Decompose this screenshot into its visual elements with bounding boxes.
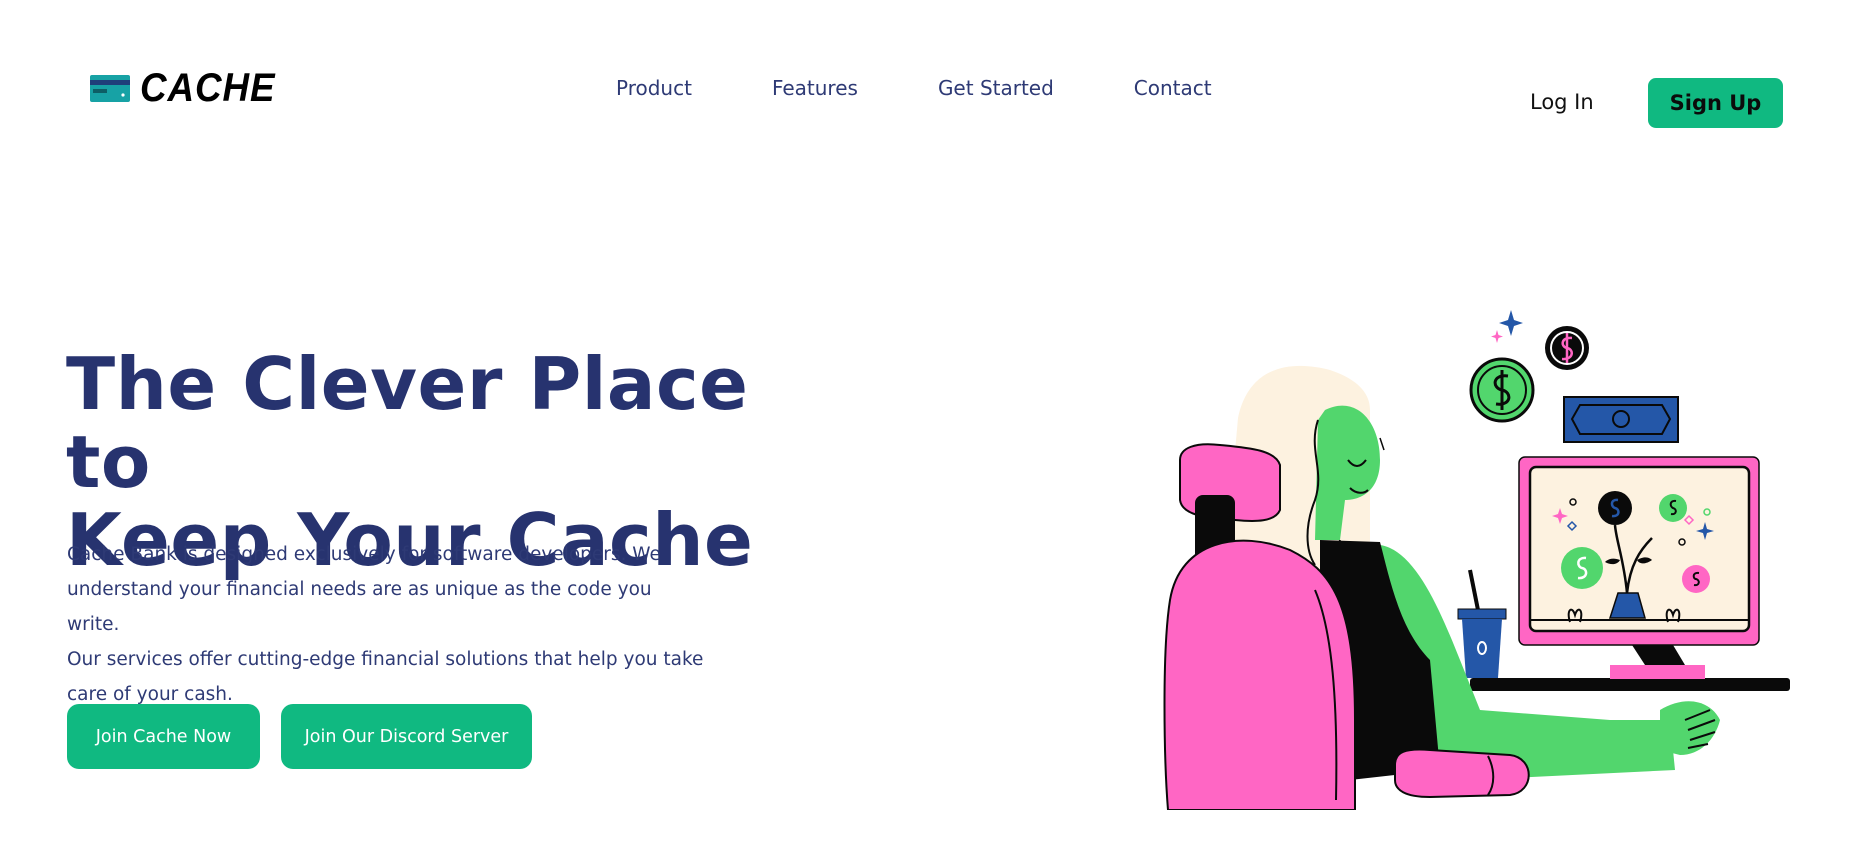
banknote-icon [1563, 396, 1679, 443]
nav-item-features[interactable]: Features [772, 76, 858, 100]
hero-description: Cache Bank is designed exclusively for s… [67, 537, 707, 712]
hero-description-line: Our services offer cutting-edge financia… [67, 649, 704, 670]
join-cache-button[interactable]: Join Cache Now [67, 704, 260, 769]
main-nav: Product Features Get Started Contact [616, 76, 1292, 100]
signup-button[interactable]: Sign Up [1648, 78, 1783, 128]
coin-icon [1469, 357, 1535, 423]
cup-icon [1457, 569, 1507, 678]
hero-description-line: understand your financial needs are as u… [67, 579, 652, 635]
coin-icon [1545, 326, 1589, 370]
sparkle-icon [1491, 330, 1503, 343]
site-header: CACHE Product Features Get Started Conta… [0, 0, 1861, 190]
nav-item-product[interactable]: Product [616, 76, 692, 100]
hero-description-line: care of your cash. [67, 684, 233, 705]
monitor-icon [1518, 456, 1760, 679]
login-link[interactable]: Log In [1530, 90, 1594, 114]
credit-card-icon [90, 75, 130, 102]
hero-description-line: Cache Bank is designed exclusively for s… [67, 544, 661, 565]
brand-logo[interactable]: CACHE [90, 66, 287, 111]
developer-at-computer-illustration [1163, 310, 1790, 810]
nav-item-get-started[interactable]: Get Started [938, 76, 1054, 100]
join-discord-button[interactable]: Join Our Discord Server [281, 704, 532, 769]
sparkle-icon [1499, 310, 1523, 336]
nav-item-contact[interactable]: Contact [1134, 76, 1212, 100]
brand-name: CACHE [140, 66, 276, 110]
hero-title-line: The Clever Place to [66, 342, 749, 504]
